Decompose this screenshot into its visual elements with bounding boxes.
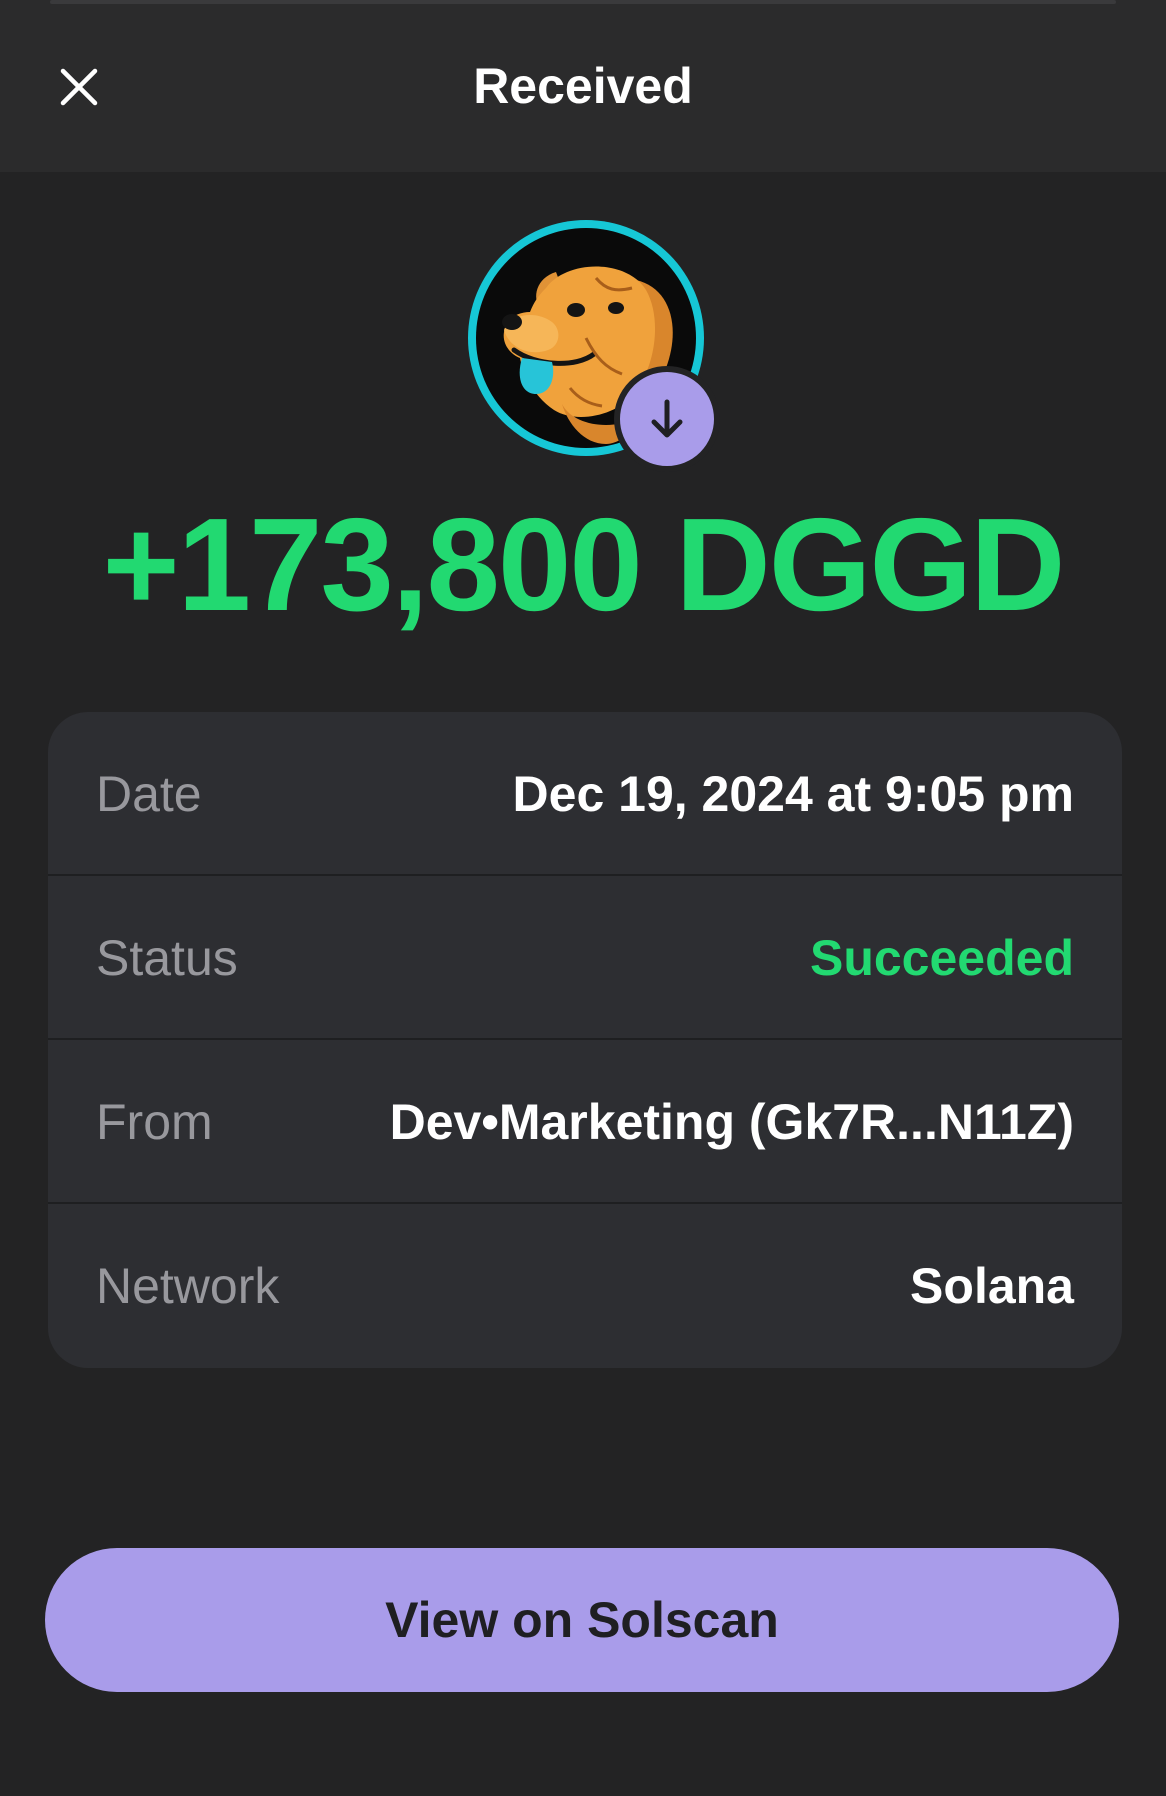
from-label: From: [96, 1094, 213, 1150]
page-title: Received: [473, 58, 693, 114]
from-value: Dev•Marketing (Gk7R...N11Z): [389, 1094, 1074, 1150]
close-button[interactable]: [52, 60, 106, 114]
date-label: Date: [96, 766, 202, 822]
detail-row-status: Status Succeeded: [48, 876, 1122, 1040]
received-badge: [614, 366, 720, 472]
network-label: Network: [96, 1258, 280, 1314]
view-on-solscan-button[interactable]: View on Solscan: [45, 1548, 1119, 1692]
status-label: Status: [96, 930, 238, 986]
status-value: Succeeded: [809, 930, 1074, 986]
received-amount: +173,800 DGGD: [102, 491, 1066, 638]
transaction-detail-sheet: Received +173,800 DGGD Date Dec 19, 2024…: [0, 0, 1166, 1796]
token-avatar-group: [466, 218, 720, 472]
arrow-down-icon: [651, 399, 683, 438]
detail-row-from: From Dev•Marketing (Gk7R...N11Z): [48, 1040, 1122, 1204]
details-card: Date Dec 19, 2024 at 9:05 pm Status Succ…: [48, 712, 1122, 1368]
detail-row-network: Network Solana: [48, 1204, 1122, 1368]
detail-row-date: Date Dec 19, 2024 at 9:05 pm: [48, 712, 1122, 876]
header-bar: Received: [0, 0, 1166, 172]
close-icon: [60, 68, 98, 106]
date-value: Dec 19, 2024 at 9:05 pm: [512, 766, 1074, 822]
sheet-edge: [50, 0, 1116, 4]
network-value: Solana: [910, 1258, 1074, 1314]
